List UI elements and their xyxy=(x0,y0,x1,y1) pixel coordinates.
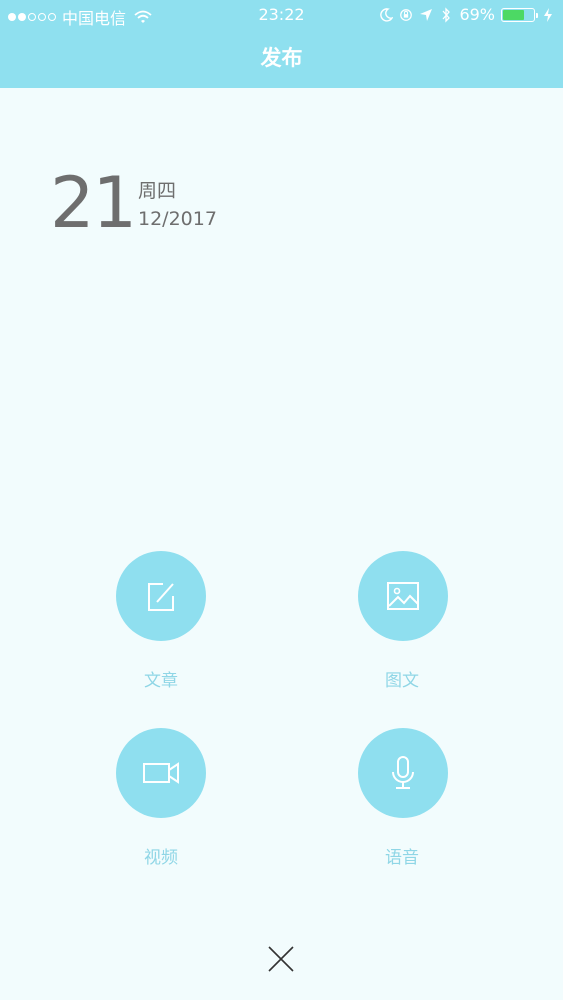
voice-button[interactable] xyxy=(358,728,448,818)
rotation-lock-icon xyxy=(400,8,413,21)
page-title: 发布 xyxy=(260,46,303,70)
video-icon xyxy=(143,762,179,784)
status-right: 69% xyxy=(379,5,555,24)
header-bar: 中国电信 23:22 69% 发布 xyxy=(0,0,563,88)
status-bar: 中国电信 23:22 69% xyxy=(0,0,563,30)
date-day: 21 xyxy=(50,162,137,244)
date-month-year: 12/2017 xyxy=(138,208,217,230)
edit-icon xyxy=(148,583,174,611)
battery-icon xyxy=(501,7,538,22)
voice-label[interactable]: 语音 xyxy=(342,843,462,868)
video-label[interactable]: 视频 xyxy=(101,843,221,868)
video-button[interactable] xyxy=(116,728,206,818)
image-text-label[interactable]: 图文 xyxy=(342,666,462,691)
moon-icon xyxy=(380,7,394,22)
image-icon xyxy=(387,582,419,610)
article-button[interactable] xyxy=(116,551,206,641)
microphone-icon xyxy=(392,756,414,789)
bluetooth-icon xyxy=(442,6,451,23)
image-text-button[interactable] xyxy=(358,551,448,641)
battery-level xyxy=(503,9,524,20)
article-label[interactable]: 文章 xyxy=(101,666,221,691)
location-icon xyxy=(420,8,433,21)
date-weekday: 周四 xyxy=(138,180,177,202)
close-icon[interactable] xyxy=(266,944,296,974)
charging-icon xyxy=(544,7,552,22)
battery-percent: 69% xyxy=(459,5,495,24)
